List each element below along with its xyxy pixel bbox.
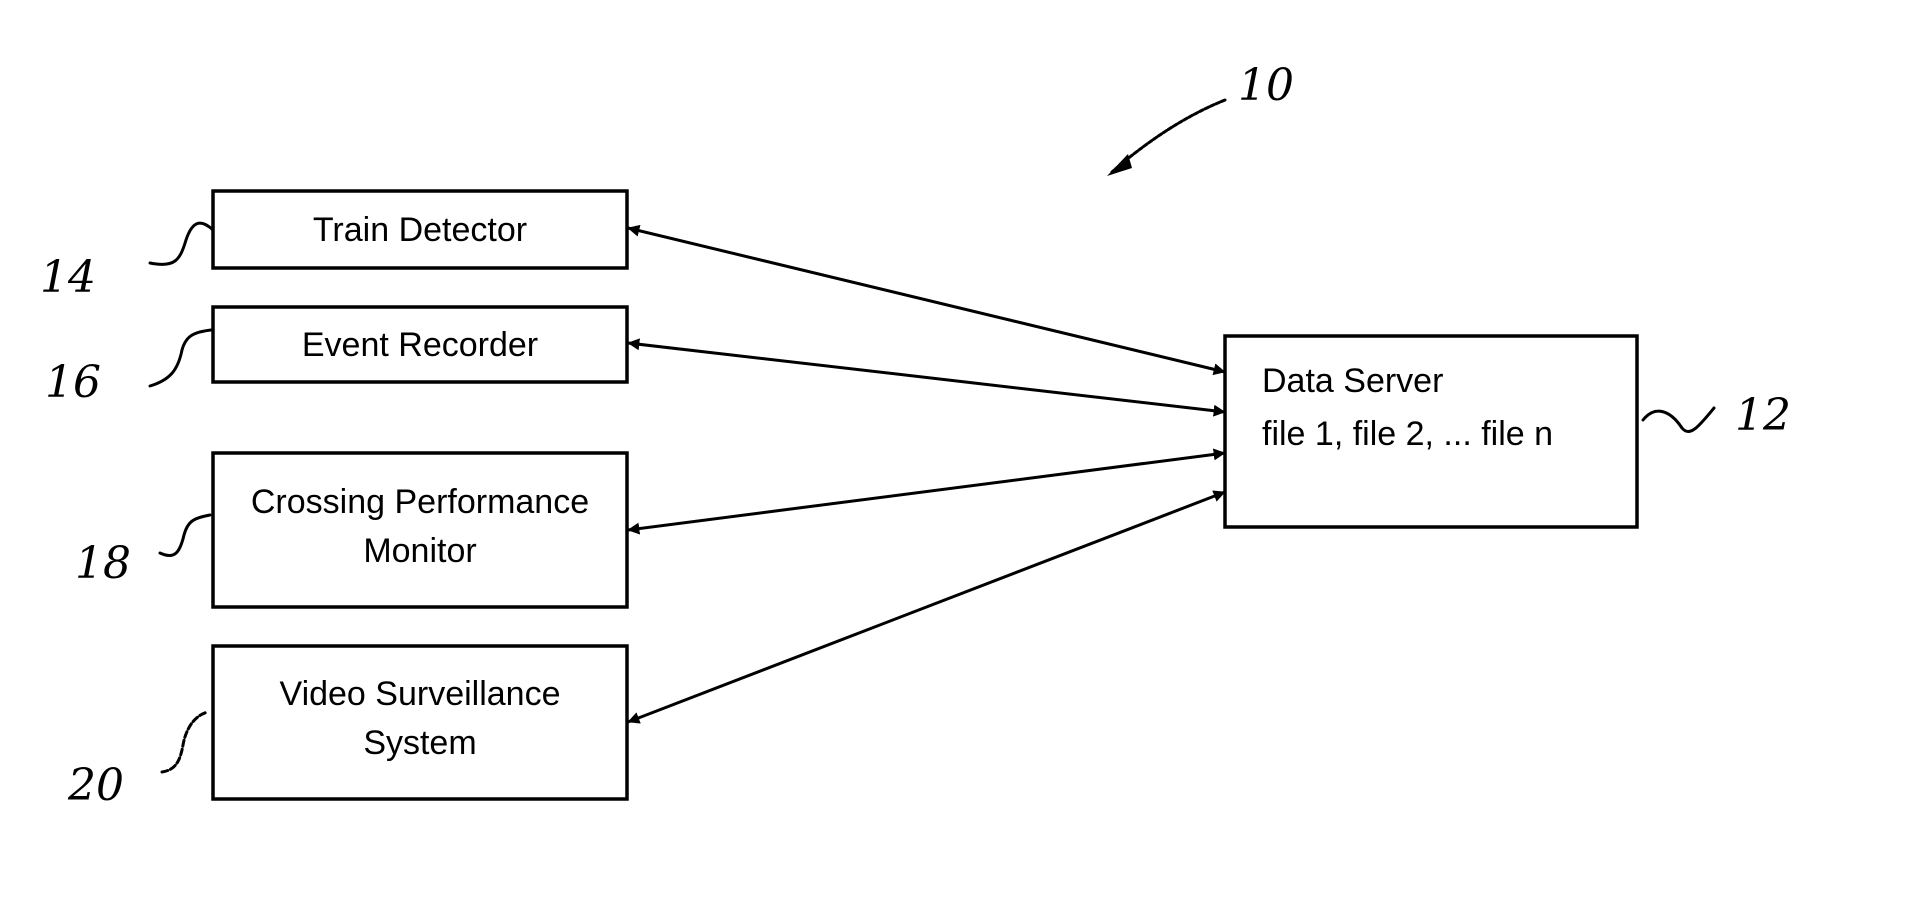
component-box: [211, 644, 629, 801]
component-event-recorder: Event Recorder 16: [45, 305, 629, 408]
ref-leader: [148, 221, 215, 266]
component-label: Train Detector: [313, 211, 527, 249]
connectors: [627, 224, 1226, 724]
ref-leader: [1641, 406, 1716, 433]
connector-event-recorder: [627, 338, 1226, 417]
figure-pointer-arrowhead: [1107, 154, 1132, 176]
connector-crossing-performance-monitor: [627, 448, 1226, 535]
figure-ref-10: 10: [1107, 60, 1294, 176]
ref-leader: [148, 328, 213, 388]
component-label-line-2: System: [363, 724, 476, 762]
ref-label: 12: [1735, 390, 1791, 441]
component-label-line-2: Monitor: [363, 532, 476, 570]
ref-leader: [160, 710, 210, 774]
data-server-title: Data Server: [1262, 362, 1443, 400]
ref-label: 18: [75, 538, 131, 589]
component-box: [211, 451, 629, 609]
connector-video-surveillance-system: [627, 490, 1226, 724]
component-label-line-1: Crossing Performance: [251, 483, 589, 521]
connector-train-detector: [627, 224, 1226, 376]
ref-leader: [158, 513, 212, 558]
data-server: Data Server file 1, file 2, ... file n 1…: [1223, 334, 1791, 529]
figure-ref-label: 10: [1238, 60, 1294, 111]
component-train-detector: Train Detector 14: [40, 189, 629, 303]
ref-label: 20: [67, 760, 124, 811]
component-crossing-performance-monitor: Crossing Performance Monitor 18: [75, 451, 629, 609]
component-label: Event Recorder: [302, 326, 538, 364]
ref-label: 16: [45, 357, 101, 408]
system-diagram: 10 Train Detector 14 Event Recorder 16 C…: [40, 60, 1791, 811]
data-server-files: file 1, file 2, ... file n: [1262, 415, 1553, 453]
component-label-line-1: Video Surveillance: [280, 675, 561, 713]
component-video-surveillance-system: Video Surveillance System 20: [67, 644, 629, 811]
ref-label: 14: [40, 252, 96, 303]
